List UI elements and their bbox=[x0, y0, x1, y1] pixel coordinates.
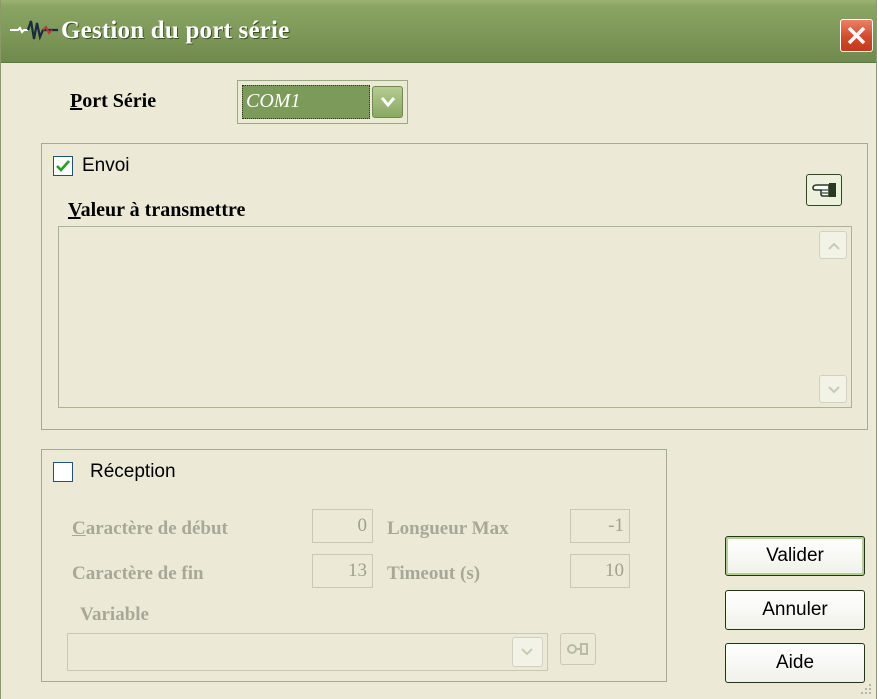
serial-signal-icon bbox=[10, 20, 58, 41]
max-length-label: Longueur Max bbox=[387, 518, 509, 539]
window-title: Gestion du port série bbox=[61, 17, 290, 44]
title-bar[interactable]: Gestion du port série bbox=[1, 0, 876, 63]
valeur-textarea[interactable] bbox=[58, 226, 852, 408]
timeout-label: Timeout (s) bbox=[387, 563, 481, 584]
start-char-field[interactable]: 0 bbox=[312, 509, 373, 543]
send-button[interactable] bbox=[806, 174, 842, 206]
reception-checkbox[interactable] bbox=[53, 462, 73, 482]
end-char-field[interactable]: 13 bbox=[312, 554, 373, 588]
chevron-down-icon bbox=[828, 386, 840, 394]
timeout-field[interactable]: 10 bbox=[570, 554, 630, 588]
chevron-down-icon bbox=[521, 648, 533, 656]
port-select[interactable]: COM1 bbox=[237, 80, 408, 124]
valider-button[interactable]: Valider bbox=[725, 536, 865, 576]
variable-label: Variable bbox=[80, 604, 149, 625]
annuler-button[interactable]: Annuler bbox=[725, 590, 865, 630]
vertical-scrollbar[interactable] bbox=[819, 231, 849, 405]
end-char-label: Caractère de fin bbox=[72, 563, 204, 584]
scroll-down-button[interactable] bbox=[819, 375, 847, 403]
link-icon bbox=[567, 643, 588, 655]
chevron-up-icon bbox=[828, 242, 840, 250]
variable-link-button[interactable] bbox=[560, 633, 596, 665]
aide-button[interactable]: Aide bbox=[725, 643, 865, 683]
dialog-window: Gestion du port série Port Série COM1 En… bbox=[0, 0, 877, 699]
start-char-label: Caractère de début bbox=[72, 518, 228, 539]
valeur-a-transmettre-label: Valeur à transmettre bbox=[68, 199, 246, 221]
chevron-down-icon bbox=[380, 97, 396, 108]
checkmark-icon bbox=[56, 160, 70, 172]
port-serie-label: Port Série bbox=[70, 90, 157, 112]
port-select-dropdown-button[interactable] bbox=[372, 86, 403, 118]
port-select-value: COM1 bbox=[242, 85, 370, 119]
envoi-label: Envoi bbox=[82, 155, 130, 176]
variable-select[interactable] bbox=[67, 633, 548, 671]
close-icon bbox=[847, 26, 866, 45]
envoi-checkbox[interactable] bbox=[53, 156, 73, 176]
reception-label: Réception bbox=[90, 461, 176, 482]
scroll-up-button[interactable] bbox=[819, 231, 847, 259]
variable-dropdown-button[interactable] bbox=[512, 637, 543, 667]
close-button[interactable] bbox=[840, 19, 873, 52]
max-length-field[interactable]: -1 bbox=[570, 509, 630, 543]
resize-grip-icon[interactable] bbox=[860, 683, 872, 695]
pointing-hand-icon bbox=[812, 183, 836, 197]
